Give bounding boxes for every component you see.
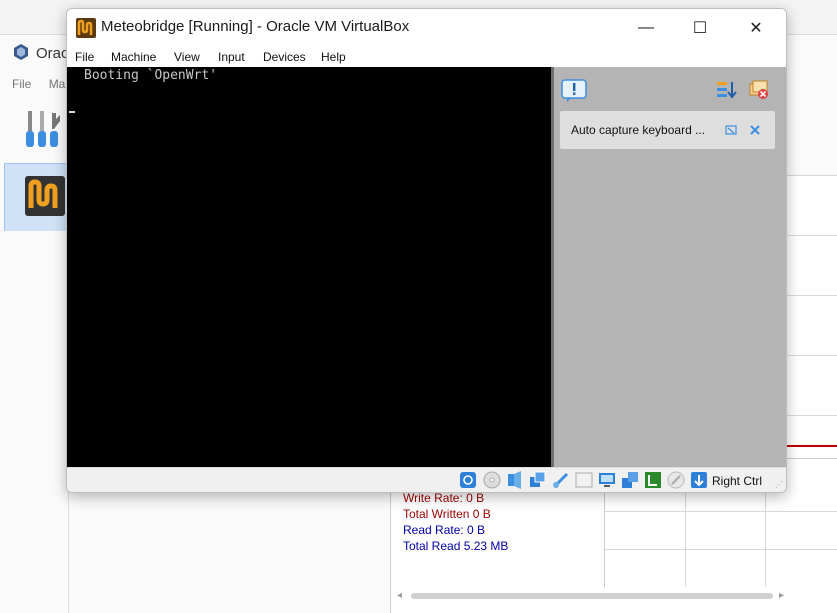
usb-icon[interactable] [552, 471, 570, 489]
shared-folders-icon[interactable] [575, 471, 593, 489]
vm-titlebar[interactable]: Meteobridge [Running] - Oracle VM Virtua… [67, 9, 786, 47]
maximize-button[interactable]: ☐ [677, 9, 723, 47]
read-rate-label: Read Rate: 0 B [403, 523, 486, 537]
total-read-label: Total Read 5.23 MB [403, 539, 509, 553]
menu-machine[interactable]: Machine [111, 50, 156, 64]
horizontal-scrollbar[interactable] [411, 593, 773, 599]
manager-menu-file[interactable]: File [12, 77, 31, 91]
host-key-icon[interactable] [690, 471, 708, 489]
close-button[interactable]: ✕ [733, 9, 779, 47]
vm-menubar: File Machine View Input Devices Help [67, 47, 786, 67]
host-key-label: Right Ctrl [712, 474, 763, 488]
meteobridge-vm-icon [25, 176, 65, 216]
cpu-icon[interactable] [644, 471, 662, 489]
hard-disk-icon[interactable] [459, 471, 477, 489]
meteobridge-app-icon [76, 18, 96, 38]
vm-display[interactable]: Booting `OpenWrt' [67, 67, 551, 467]
mouse-integration-icon[interactable] [667, 471, 685, 489]
tools-icon[interactable] [24, 109, 68, 151]
vm-window-title: Meteobridge [Running] - Oracle VM Virtua… [101, 18, 410, 35]
menu-file[interactable]: File [75, 50, 94, 64]
vm-statusbar: Right Ctrl ⋰ [67, 467, 786, 492]
menu-input[interactable]: Input [218, 50, 245, 64]
notification-text: Auto capture keyboard ... [571, 123, 706, 137]
vm-list-item-selected[interactable] [4, 163, 70, 233]
console-cursor [69, 111, 75, 113]
scroll-left-arrow-icon[interactable]: ◂ [397, 590, 402, 601]
write-rate-label: Write Rate: 0 B [403, 491, 485, 505]
notification-center: Auto capture keyboard ... [551, 67, 786, 467]
vm-window: Meteobridge [Running] - Oracle VM Virtua… [66, 8, 787, 493]
manager-sidebar [0, 231, 69, 613]
scroll-right-arrow-icon[interactable]: ▸ [779, 590, 784, 601]
resize-grip-icon[interactable]: ⋰ [775, 480, 783, 489]
console-output: Booting `OpenWrt' [84, 68, 218, 83]
notification-message[interactable]: Auto capture keyboard ... [560, 111, 775, 149]
close-notification-icon[interactable] [749, 124, 761, 136]
display-icon[interactable] [598, 471, 616, 489]
menu-help[interactable]: Help [321, 50, 346, 64]
network-icon[interactable] [529, 471, 547, 489]
sort-notifications-icon[interactable] [715, 79, 737, 101]
manager-title: Orac [12, 43, 69, 62]
minimize-button[interactable]: — [623, 9, 669, 47]
dismiss-all-icon[interactable] [748, 79, 770, 101]
notification-center-icon[interactable] [561, 79, 587, 103]
pin-notification-icon[interactable] [725, 124, 737, 136]
total-written-label: Total Written 0 B [403, 507, 491, 521]
audio-icon[interactable] [507, 471, 525, 489]
graph-series-line [786, 445, 837, 447]
menu-view[interactable]: View [174, 50, 200, 64]
optical-drive-icon[interactable] [483, 471, 501, 489]
menu-devices[interactable]: Devices [263, 50, 306, 64]
recording-icon[interactable] [621, 471, 639, 489]
virtualbox-logo-icon [14, 44, 28, 60]
manager-menu-machine[interactable]: Ma [49, 77, 66, 91]
